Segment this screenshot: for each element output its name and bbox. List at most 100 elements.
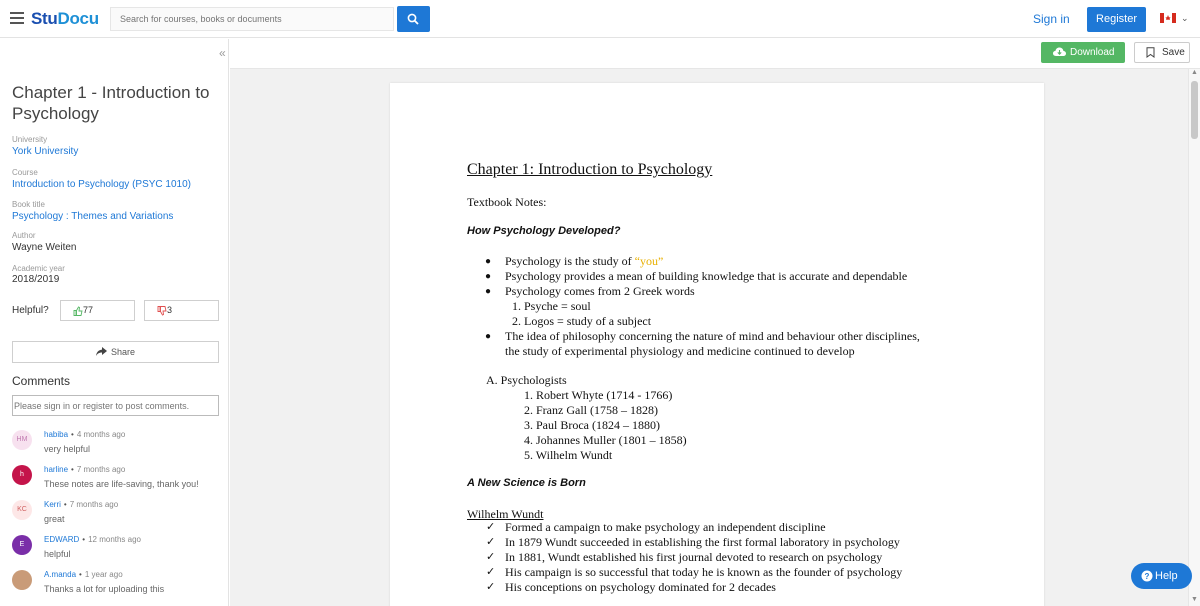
- doc-philosophy-2: the study of experimental physiology and…: [505, 344, 855, 358]
- comment-author-link[interactable]: harline: [44, 465, 68, 474]
- separator-dot: •: [79, 570, 82, 579]
- doc-psychologist-1: 1. Robert Whyte (1714 - 1766): [524, 388, 673, 402]
- save-button[interactable]: Save: [1134, 42, 1190, 63]
- thumbs-up-icon: [73, 306, 83, 316]
- search-input[interactable]: [110, 7, 394, 31]
- doc-subtitle: Textbook Notes:: [467, 195, 547, 209]
- canada-flag-icon[interactable]: [1160, 13, 1176, 23]
- viewer-toolbar: Download Save: [230, 39, 1200, 69]
- menu-icon[interactable]: [10, 12, 24, 24]
- doc-bullet-2: Psychology provides a mean of building k…: [505, 269, 908, 283]
- bullet-icon: ●: [485, 256, 492, 267]
- doc-wundt-point-1: Formed a campaign to make psychology an …: [505, 520, 826, 534]
- comment-time: 12 months ago: [88, 535, 142, 544]
- top-bar: StuDocu Sign in Register ⌄: [0, 0, 1200, 38]
- bullet-icon: ●: [485, 286, 492, 297]
- doc-psychologists-heading: A. Psychologists: [486, 373, 567, 387]
- help-label: Help: [1155, 570, 1178, 582]
- scroll-up-icon[interactable]: ▲: [1191, 69, 1198, 76]
- chevron-down-icon[interactable]: ⌄: [1181, 13, 1189, 24]
- course-link[interactable]: Introduction to Psychology (PSYC 1010): [12, 179, 191, 190]
- comment-time: 1 year ago: [84, 570, 123, 579]
- avatar[interactable]: HM: [12, 430, 32, 450]
- comment-author-link[interactable]: EDWARD: [44, 535, 79, 544]
- university-label: University: [12, 135, 48, 144]
- comment-author-link[interactable]: habiba: [44, 430, 68, 439]
- share-arrow-icon: [95, 347, 107, 356]
- comment-item: h harline • 7 months ago These notes are lif…: [12, 465, 222, 497]
- doc-wundt-point-3: In 1881, Wundt established his first jou…: [505, 550, 883, 564]
- doc-bullet-1: Psychology is the study of “you”: [505, 254, 663, 269]
- comment-item: A.manda • 1 year ago Thanks a lot for uploa…: [12, 570, 222, 602]
- doc-wundt-point-2: In 1879 Wundt succeeded in establishing …: [505, 535, 900, 549]
- search-icon: [407, 13, 419, 25]
- checkmark-icon: ✓: [486, 521, 496, 533]
- checkmark-icon: ✓: [486, 536, 496, 548]
- doc-psychologist-2: 2. Franz Gall (1758 – 1828): [524, 403, 658, 417]
- doc-psychologist-4: 4. Johannes Muller (1801 – 1858): [524, 433, 687, 447]
- help-button[interactable]: ? Help: [1131, 563, 1192, 589]
- comment-item: HM habiba • 4 months ago very helpful: [12, 430, 222, 462]
- comment-time: 7 months ago: [69, 500, 119, 509]
- academic-year-label: Academic year: [12, 264, 65, 273]
- comment-meta: habiba • 4 months ago: [44, 430, 125, 439]
- comment-time: 4 months ago: [76, 430, 126, 439]
- register-button[interactable]: Register: [1087, 7, 1146, 32]
- comment-item: E EDWARD • 12 months ago helpful: [12, 535, 222, 567]
- doc-greek-2: 2. Logos = study of a subject: [512, 314, 652, 328]
- document-page: Chapter 1: Introduction to Psychology Te…: [390, 83, 1044, 606]
- separator-dot: •: [82, 535, 86, 544]
- comment-meta: A.manda • 1 year ago: [44, 570, 123, 579]
- separator-dot: •: [71, 430, 74, 439]
- checkmark-icon: ✓: [486, 581, 496, 593]
- scrollbar-thumb[interactable]: [1191, 81, 1198, 139]
- comment-item: KC Kerri • 7 months ago great: [12, 500, 222, 532]
- search-button[interactable]: [397, 6, 430, 32]
- course-label: Course: [12, 168, 38, 177]
- logo-text: Stu: [31, 9, 58, 28]
- university-link[interactable]: York University: [12, 146, 78, 157]
- downvote-button[interactable]: 3: [144, 300, 219, 321]
- comment-time: 7 months ago: [76, 465, 126, 474]
- upvote-button[interactable]: 77: [60, 300, 135, 321]
- viewer-scrollbar[interactable]: ▲ ▼: [1188, 69, 1200, 606]
- share-button[interactable]: Share: [12, 341, 219, 363]
- avatar[interactable]: KC: [12, 500, 32, 520]
- avatar[interactable]: [12, 570, 32, 590]
- doc-wundt-point-5: His conceptions on psychology dominated …: [505, 580, 776, 594]
- download-button[interactable]: Download: [1041, 42, 1125, 63]
- separator-dot: •: [71, 465, 74, 474]
- comment-text: helpful: [44, 549, 71, 559]
- comments-heading: Comments: [12, 374, 71, 388]
- doc-greek-1: 1. Psyche = soul: [512, 299, 591, 313]
- avatar[interactable]: E: [12, 535, 32, 555]
- download-label: Download: [1070, 47, 1115, 58]
- comment-text: These notes are life-saving, thank you!: [44, 479, 199, 489]
- comment-text: Thanks a lot for uploading this: [44, 584, 165, 594]
- comment-text: very helpful: [44, 444, 91, 454]
- upvote-count: 77: [83, 305, 94, 315]
- doc-psychologist-5: 5. Wilhelm Wundt: [524, 448, 613, 462]
- book-title-link[interactable]: Psychology : Themes and Variations: [12, 211, 173, 222]
- scroll-down-icon[interactable]: ▼: [1191, 596, 1198, 603]
- svg-text:?: ?: [1145, 572, 1150, 581]
- studocu-logo[interactable]: StuDocu: [31, 9, 99, 29]
- doc-page-title: Chapter 1: Introduction to Psychology: [467, 161, 713, 178]
- comment-input[interactable]: [12, 395, 219, 416]
- bookmark-icon: [1146, 47, 1155, 58]
- comment-author-link[interactable]: Kerri: [44, 500, 61, 509]
- doc-wundt-point-4: His campaign is so successful that today…: [505, 565, 903, 579]
- doc-heading-new-science: A New Science is Born: [467, 477, 586, 489]
- checkmark-icon: ✓: [486, 551, 496, 563]
- comment-author-link[interactable]: A.manda: [44, 570, 76, 579]
- cloud-download-icon: [1053, 47, 1066, 56]
- collapse-sidebar-icon[interactable]: «: [219, 46, 226, 60]
- helpful-label: Helpful?: [12, 305, 49, 316]
- comment-meta: harline • 7 months ago: [44, 465, 125, 474]
- doc-philosophy-1: The idea of philosophy concerning the na…: [505, 329, 920, 343]
- sign-in-link[interactable]: Sign in: [1033, 12, 1070, 26]
- bullet-icon: ●: [485, 271, 492, 282]
- question-circle-icon: ?: [1141, 570, 1153, 582]
- avatar[interactable]: h: [12, 465, 32, 485]
- doc-psychologist-3: 3. Paul Broca (1824 – 1880): [524, 418, 660, 432]
